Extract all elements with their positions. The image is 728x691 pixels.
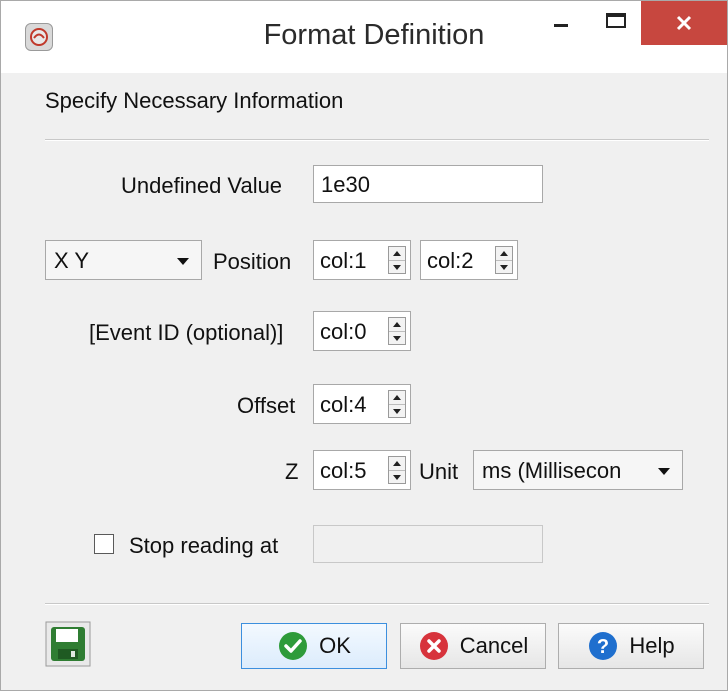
spinner-arrows[interactable] [495,246,513,274]
position-y-value: col:2 [427,248,474,273]
z-spinner[interactable]: col:5 [313,450,411,490]
spinner-arrows[interactable] [388,390,406,418]
section-heading: Specify Necessary Information [45,88,344,113]
spinner-up-icon[interactable] [389,247,405,260]
cancel-icon [419,632,448,660]
bottom-divider [45,603,709,605]
z-label: Z [285,459,299,484]
event-id-label: [Event ID (optional)] [89,320,284,345]
maximize-button[interactable] [594,1,638,41]
event-id-value: col:0 [320,319,367,344]
spinner-arrows[interactable] [388,317,406,345]
ok-label: OK [319,633,351,658]
cancel-label: Cancel [459,633,529,658]
maximize-icon [606,13,626,28]
check-icon [279,632,308,660]
undefined-value-input[interactable]: 1e30 [313,165,543,203]
chevron-down-icon [658,468,670,475]
undefined-value-label: Undefined Value [121,173,283,198]
unit-label: Unit [419,459,459,484]
help-label: Help [629,633,675,658]
minimize-icon [554,24,568,27]
position-x-spinner[interactable]: col:1 [313,240,411,280]
spinner-down-icon[interactable] [496,260,512,274]
stop-reading-label: Stop reading at [129,533,279,558]
chevron-down-icon [177,258,189,265]
offset-value: col:4 [320,392,367,417]
offset-label: Offset [237,393,296,418]
stop-reading-checkbox[interactable] [94,534,114,554]
spinner-down-icon[interactable] [389,470,405,484]
position-label: Position [213,249,292,274]
coordinate-type-select[interactable]: X Y [45,240,202,280]
coordinate-type-value: X Y [54,248,90,273]
spinner-up-icon[interactable] [496,247,512,260]
unit-value: ms (Millisecon [482,458,622,483]
minimize-button[interactable] [541,1,581,41]
close-button[interactable] [641,1,727,45]
top-divider [45,139,709,141]
unit-select[interactable]: ms (Millisecon [473,450,683,490]
ok-button[interactable]: OK [241,623,387,669]
spinner-arrows[interactable] [388,246,406,274]
position-y-spinner[interactable]: col:2 [420,240,518,280]
save-button[interactable] [45,621,91,667]
title-bar: Format Definition [1,1,727,73]
z-value: col:5 [320,458,367,483]
svg-text:?: ? [597,636,609,658]
spinner-down-icon[interactable] [389,331,405,345]
dialog-content: Specify Necessary Information Undefined … [1,73,727,690]
position-x-value: col:1 [320,248,367,273]
spinner-down-icon[interactable] [389,404,405,418]
format-definition-dialog: Format Definition Specify Necessary Info… [0,0,728,691]
stop-reading-input[interactable] [313,525,543,563]
spinner-up-icon[interactable] [389,318,405,331]
event-id-spinner[interactable]: col:0 [313,311,411,351]
offset-spinner[interactable]: col:4 [313,384,411,424]
spinner-up-icon[interactable] [389,391,405,404]
spinner-up-icon[interactable] [389,457,405,470]
spinner-arrows[interactable] [388,456,406,484]
close-icon [676,15,692,31]
cancel-button[interactable]: Cancel [400,623,546,669]
help-button[interactable]: ? Help [558,623,704,669]
help-icon: ? [589,632,618,660]
save-icon [45,621,91,667]
spinner-down-icon[interactable] [389,260,405,274]
